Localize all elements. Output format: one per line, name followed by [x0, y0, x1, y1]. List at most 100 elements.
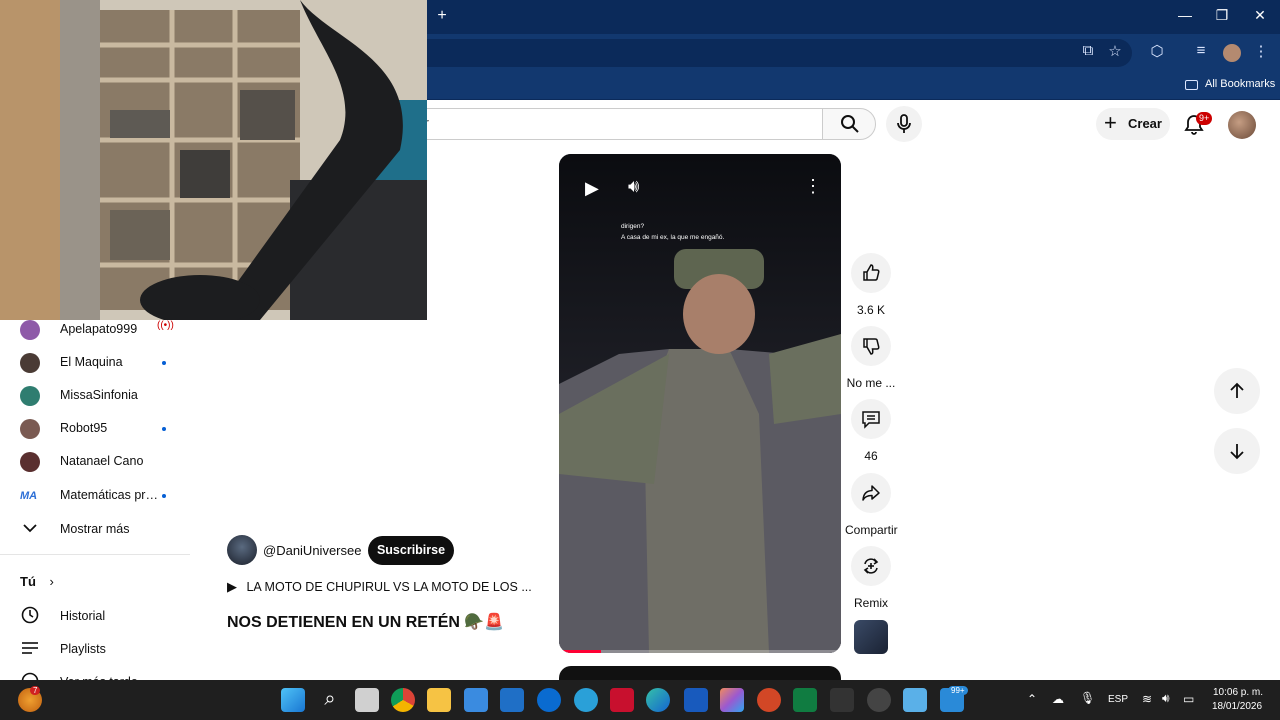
close-button[interactable]: ✕: [1241, 7, 1279, 24]
search-input[interactable]: r: [395, 108, 823, 140]
subscription-item[interactable]: El Maquina: [20, 347, 190, 377]
thumbs-down-icon: [863, 338, 880, 355]
minimize-button[interactable]: —: [1166, 7, 1204, 23]
dislike-button[interactable]: No me ...: [845, 326, 897, 390]
sound-thumbnail[interactable]: [854, 620, 888, 654]
create-label: Crear: [1128, 116, 1162, 131]
caption-line: A casa de mi ex, la que me engañó.: [621, 234, 725, 241]
chevron-right-icon: ›: [49, 574, 54, 589]
start-icon[interactable]: [281, 688, 305, 712]
previous-short-button[interactable]: [1214, 368, 1260, 414]
comment-count: 46: [864, 449, 878, 463]
address-bar[interactable]: [360, 39, 1132, 67]
outlook-icon[interactable]: [500, 688, 524, 712]
subscribe-button[interactable]: Suscribirse: [368, 536, 454, 565]
all-bookmarks-link[interactable]: All Bookmarks: [1205, 78, 1275, 90]
history-icon: [21, 606, 39, 624]
powerpoint-icon[interactable]: [757, 688, 781, 712]
subscription-item[interactable]: MA Matemáticas pro...: [20, 480, 190, 510]
onedrive-icon[interactable]: ☁: [1052, 692, 1064, 706]
star-icon[interactable]: ☆: [1104, 42, 1126, 60]
webcam-overlay: [0, 0, 427, 320]
language-indicator[interactable]: ESP: [1108, 694, 1128, 705]
install-icon[interactable]: ⧉: [1077, 42, 1099, 59]
voice-search-button[interactable]: [886, 106, 922, 142]
next-short-button[interactable]: [1214, 428, 1260, 474]
share-icon: [862, 485, 880, 501]
playlist-icon: [22, 642, 38, 654]
profile-icon[interactable]: [1223, 44, 1241, 62]
volume-icon[interactable]: 🔊︎: [628, 176, 639, 197]
arrow-up-icon: [1230, 382, 1244, 398]
channel-avatar-short[interactable]: [227, 535, 257, 565]
create-button[interactable]: + Crear: [1096, 108, 1170, 140]
comment-icon: [862, 411, 880, 429]
search-button[interactable]: [822, 108, 876, 140]
remix-label: Remix: [853, 596, 888, 610]
search-icon: [841, 115, 859, 133]
play-icon: ▶: [227, 579, 237, 594]
browser-alt-icon[interactable]: [574, 688, 598, 712]
webcam-feed-image: [0, 0, 427, 320]
search-icon[interactable]: ⌕: [318, 688, 342, 712]
copilot-icon[interactable]: [720, 688, 744, 712]
hp-icon[interactable]: [537, 688, 561, 712]
new-content-dot: [162, 427, 166, 431]
you-section-header[interactable]: Tú ›: [20, 574, 54, 589]
mic-tray-icon[interactable]: 🎙︎: [1080, 691, 1095, 705]
playlist-link[interactable]: ▶ LA MOTO DE CHUPIRUL VS LA MOTO DE LOS …: [227, 579, 547, 595]
edge-icon[interactable]: [646, 688, 670, 712]
app-dark-icon[interactable]: [830, 688, 854, 712]
excel-icon[interactable]: [793, 688, 817, 712]
windows-taskbar: 7 ⌕ 99+ ⌃ ☁ 🎙︎ ESP ≋ 🔊︎ ▭ 10:06 p. m. 18…: [0, 680, 1280, 720]
show-more-button[interactable]: Mostrar más: [20, 514, 190, 544]
folder-icon: [1185, 80, 1198, 90]
maximize-button[interactable]: ❐: [1203, 7, 1241, 24]
like-count: 3.6 K: [856, 303, 886, 317]
channel-handle[interactable]: @DaniUniversee: [263, 543, 361, 558]
wifi-icon[interactable]: ≋: [1142, 692, 1152, 706]
dislike-label: No me ...: [846, 376, 896, 390]
chat-badge: 99+: [948, 686, 968, 695]
task-view-icon[interactable]: [355, 688, 379, 712]
remix-button[interactable]: Remix: [845, 546, 897, 610]
plus-icon: +: [1104, 110, 1117, 135]
subscription-item[interactable]: Apelapato999 ((•)): [20, 314, 190, 344]
like-button[interactable]: 3.6 K: [845, 253, 897, 317]
store-icon[interactable]: [464, 688, 488, 712]
tray-overflow-icon[interactable]: ⌃: [1027, 692, 1037, 706]
notification-badge: 9+: [1196, 112, 1213, 125]
remix-icon: [863, 558, 879, 574]
new-content-dot: [162, 494, 166, 498]
word-icon[interactable]: [684, 688, 708, 712]
comments-button[interactable]: 46: [845, 399, 897, 463]
subscription-item[interactable]: MissaSinfonia: [20, 380, 190, 410]
menu-icon[interactable]: ⋮: [1250, 42, 1272, 60]
channel-avatar: [20, 386, 40, 406]
account-avatar[interactable]: [1228, 111, 1256, 139]
share-button[interactable]: Compartir: [845, 473, 898, 537]
new-tab-button[interactable]: +: [434, 7, 450, 25]
sidebar-item-playlists[interactable]: Playlists: [20, 634, 190, 664]
sidebar-item-history[interactable]: Historial: [20, 601, 190, 631]
chrome-icon[interactable]: [391, 688, 415, 712]
shorts-player[interactable]: ▶ 🔊︎ ⋮ dirigen? A casa de mi ex, la que …: [559, 154, 841, 653]
thumbs-up-icon: [863, 264, 880, 281]
subscription-item[interactable]: Natanael Cano: [20, 446, 190, 476]
mcafee-icon[interactable]: [610, 688, 634, 712]
volume-tray-icon[interactable]: 🔊︎: [1162, 691, 1170, 706]
subscription-item[interactable]: Robot95: [20, 413, 190, 443]
battery-icon[interactable]: ▭: [1183, 692, 1194, 706]
new-content-dot: [162, 361, 166, 365]
more-options-icon[interactable]: ⋮: [804, 176, 822, 197]
clock-time[interactable]: 10:06 p. m.: [1213, 687, 1263, 698]
progress-track[interactable]: [559, 650, 841, 653]
file-explorer-icon[interactable]: [427, 688, 451, 712]
progress-fill: [559, 650, 602, 653]
obs-icon[interactable]: [867, 688, 891, 712]
extensions-icon[interactable]: ⬡: [1146, 42, 1168, 60]
media-icon[interactable]: ≡: [1190, 42, 1212, 59]
clock-date[interactable]: 18/01/2026: [1212, 701, 1262, 712]
photos-icon[interactable]: [903, 688, 927, 712]
play-button[interactable]: ▶: [585, 178, 599, 199]
